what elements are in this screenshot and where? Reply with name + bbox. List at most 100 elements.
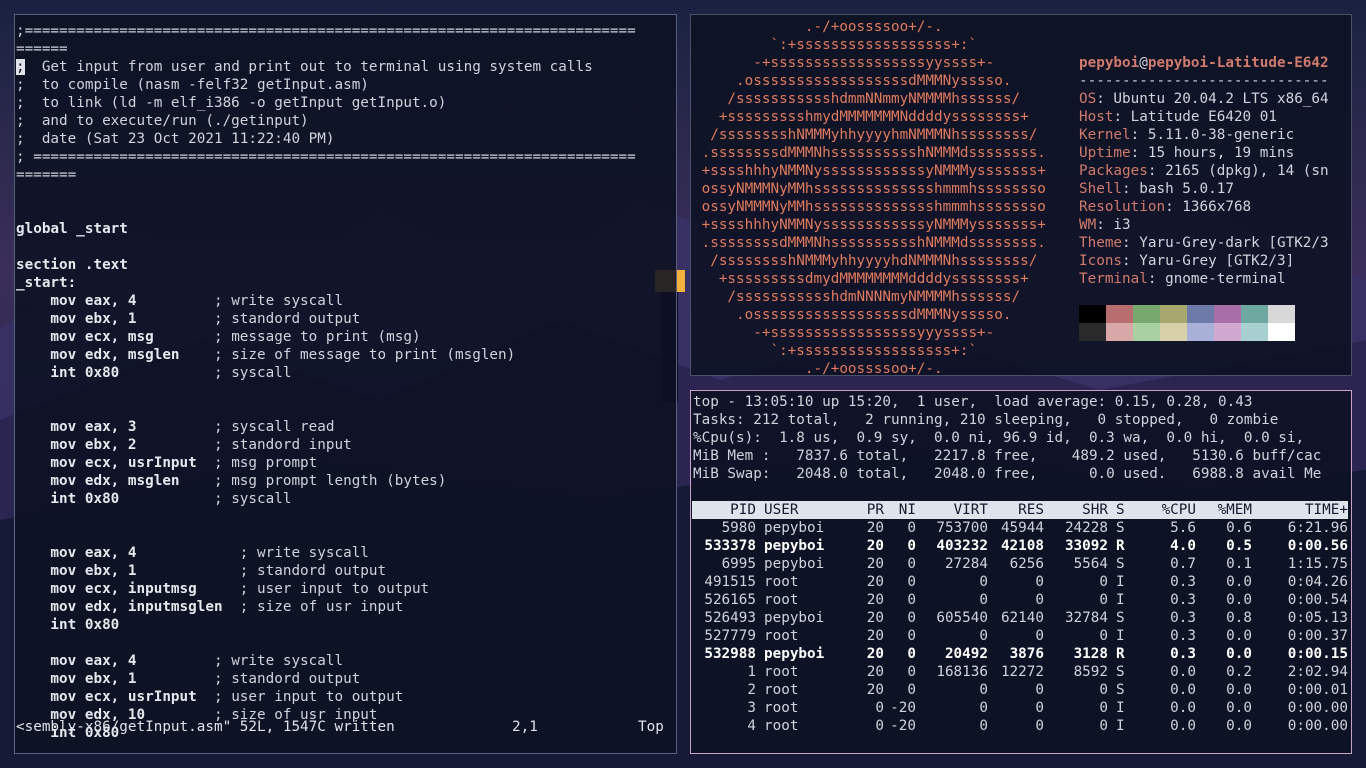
process-cell: S: [1116, 610, 1125, 626]
info-field: Uptime: 15 hours, 19 mins: [1079, 144, 1329, 162]
process-cell: 6:21.96: [1287, 520, 1348, 536]
process-cell: 20: [866, 610, 884, 626]
user-host-line: pepyboi@pepyboi-Latitude-E642: [1079, 55, 1329, 71]
column-header[interactable]: NI: [884, 501, 916, 519]
process-cell: 3128: [1073, 646, 1108, 662]
column-header[interactable]: PID: [692, 501, 756, 519]
process-cell: 0: [979, 718, 988, 734]
process-row[interactable]: 532988 pepyboi 20 0 20492 3876 3128 R 0.3 0.0 0:00…: [692, 645, 1348, 663]
process-row[interactable]: 491515 root 20 0 0 0 0 I 0.3 0.0 0:04.26: [692, 573, 1348, 591]
palette-swatch: [1133, 305, 1160, 323]
palette-row-bright: [1079, 323, 1295, 341]
palette-swatch: [1160, 305, 1187, 323]
vim-line: mov ebx, 2 ; standord input: [16, 437, 352, 453]
palette-swatch: [1106, 305, 1133, 323]
process-cell: 2: [747, 682, 756, 698]
process-cell: 0: [1035, 628, 1044, 644]
process-cell: 6256: [1009, 556, 1044, 572]
process-cell: root: [764, 682, 799, 698]
logo-line: +sssshhhyNMMNyssssssssssssyNMMMysssssss+: [693, 217, 1046, 233]
process-cell: 0.5: [1226, 538, 1252, 554]
column-header[interactable]: USER: [756, 501, 836, 519]
neofetch-terminal-pane[interactable]: .-/+oossssoo+/-. `:+ssssssssssssssssss+:…: [690, 14, 1352, 376]
process-cell: 20: [866, 574, 884, 590]
column-header[interactable]: PR: [836, 501, 884, 519]
process-cell: 0: [907, 592, 916, 608]
info-value: : Latitude E6420 01: [1113, 109, 1277, 125]
process-cell: 0: [1099, 574, 1108, 590]
process-cell: 0: [875, 700, 884, 716]
process-row[interactable]: 2 root 20 0 0 0 0 S 0.0 0.0 0:00.01: [692, 681, 1348, 699]
column-header[interactable]: S: [1108, 501, 1140, 519]
process-cell: 0: [1035, 682, 1044, 698]
process-cell: 20: [866, 592, 884, 608]
logo-line: ossyNMMMNyMMhsssssssssssssshmmmhssssssso: [693, 181, 1046, 197]
info-field: Icons: Yaru-Grey [GTK2/3]: [1079, 252, 1329, 270]
process-cell: 0: [907, 682, 916, 698]
process-cell: 0.0: [1170, 700, 1196, 716]
top-summary-line: %Cpu(s): 1.8 us, 0.9 sy, 0.0 ni, 96.9 id…: [693, 430, 1305, 446]
process-cell: pepyboi: [764, 538, 825, 554]
vim-line: [16, 382, 636, 400]
process-row[interactable]: 3 root 0 -20 0 0 0 I 0.0 0.0 0:00.00: [692, 699, 1348, 717]
column-header[interactable]: TIME+: [1252, 501, 1348, 519]
process-row[interactable]: 533378 pepyboi 20 0 403232 42108 33092 R 4.0 0.5 0…: [692, 537, 1348, 555]
info-field: Terminal: gnome-terminal: [1079, 270, 1329, 288]
process-cell: 0:00.54: [1287, 592, 1348, 608]
top-terminal-pane[interactable]: top - 13:05:10 up 15:20, 1 user, load av…: [690, 390, 1352, 754]
logo-line: ossyNMMMNyMMhsssssssssssssshmmmhssssssso: [693, 199, 1046, 215]
process-cell: I: [1116, 700, 1125, 716]
process-cell: 0.2: [1226, 664, 1252, 680]
vim-editor-pane[interactable]: ;=======================================…: [14, 14, 677, 754]
process-row[interactable]: 526165 root 20 0 0 0 0 I 0.3 0.0 0:00.54: [692, 591, 1348, 609]
process-cell: 0.3: [1170, 610, 1196, 626]
info-value: : 15 hours, 19 mins: [1130, 145, 1295, 161]
vim-line: mov eax, 4 ; write syscall: [16, 653, 344, 669]
process-row[interactable]: 1 root 20 0 168136 12272 8592 S 0.0 0.2 2:02.94: [692, 663, 1348, 681]
column-header[interactable]: %MEM: [1196, 501, 1252, 519]
process-cell: 0: [907, 520, 916, 536]
logo-line: +sssshhhyNMMNyssssssssssssyNMMMysssssss+: [693, 163, 1046, 179]
process-cell: 20: [866, 556, 884, 572]
vim-line: mov edx, inputmsglen ; size of usr input: [16, 599, 404, 615]
process-cell: 0: [907, 610, 916, 626]
process-row[interactable]: 4 root 0 -20 0 0 0 I 0.0 0.0 0:00.00: [692, 717, 1348, 735]
process-cell: 4.0: [1170, 538, 1196, 554]
process-cell: pepyboi: [764, 610, 825, 626]
logo-line: /ssssssssssshdmmNNmmyNMMMMhssssss/: [693, 91, 1021, 107]
column-header[interactable]: SHR: [1044, 501, 1108, 519]
info-field: OS: Ubuntu 20.04.2 LTS x86_64: [1079, 90, 1329, 108]
vim-line: global _start: [16, 221, 128, 237]
palette-swatch: [1268, 323, 1295, 341]
process-cell: 20492: [944, 646, 988, 662]
vim-line: ; Get input from user and print out to t…: [16, 59, 593, 75]
palette-row-normal: [1079, 305, 1295, 323]
column-header[interactable]: RES: [988, 501, 1044, 519]
system-info: pepyboi@pepyboi-Latitude-E642 ----------…: [1079, 54, 1329, 288]
process-cell: 20: [866, 664, 884, 680]
process-cell: 0: [907, 556, 916, 572]
column-header[interactable]: %CPU: [1140, 501, 1196, 519]
process-cell: 0.3: [1170, 628, 1196, 644]
process-cell: 0: [1099, 682, 1108, 698]
vim-line: section .text: [16, 257, 128, 273]
process-cell: 0.0: [1226, 646, 1252, 662]
process-row[interactable]: 527779 root 20 0 0 0 0 I 0.3 0.0 0:00.37: [692, 627, 1348, 645]
logo-line: /sssssssshNMMMyhhyyyyhmNMMMNhssssssss/: [693, 127, 1038, 143]
process-row[interactable]: 526493 pepyboi 20 0 605540 62140 32784 S 0.3 0.8 0…: [692, 609, 1348, 627]
vim-line: [16, 400, 636, 418]
palette-swatch: [1241, 323, 1268, 341]
process-cell: 0: [1099, 592, 1108, 608]
process-row[interactable]: 5980 pepyboi 20 0 753700 45944 24228 S 5.6 0.6 6:2…: [692, 519, 1348, 537]
vim-buffer[interactable]: ;=======================================…: [16, 22, 636, 742]
column-header[interactable]: VIRT: [916, 501, 988, 519]
process-cell: 0: [1035, 700, 1044, 716]
info-key: Packages: [1079, 163, 1148, 179]
info-value: : Yaru-Grey [GTK2/3]: [1122, 253, 1295, 269]
info-field: Host: Latitude E6420 01: [1079, 108, 1329, 126]
process-cell: 0:00.01: [1287, 682, 1348, 698]
process-row[interactable]: 6995 pepyboi 20 0 27284 6256 5564 S 0.7 0.1 1:15.7…: [692, 555, 1348, 573]
logo-line: /sssssssshNMMMyhhyyyyhdNMMMNhssssssss/: [693, 253, 1038, 269]
process-cell: 20: [866, 646, 884, 662]
vim-line: int 0x80: [16, 617, 120, 633]
